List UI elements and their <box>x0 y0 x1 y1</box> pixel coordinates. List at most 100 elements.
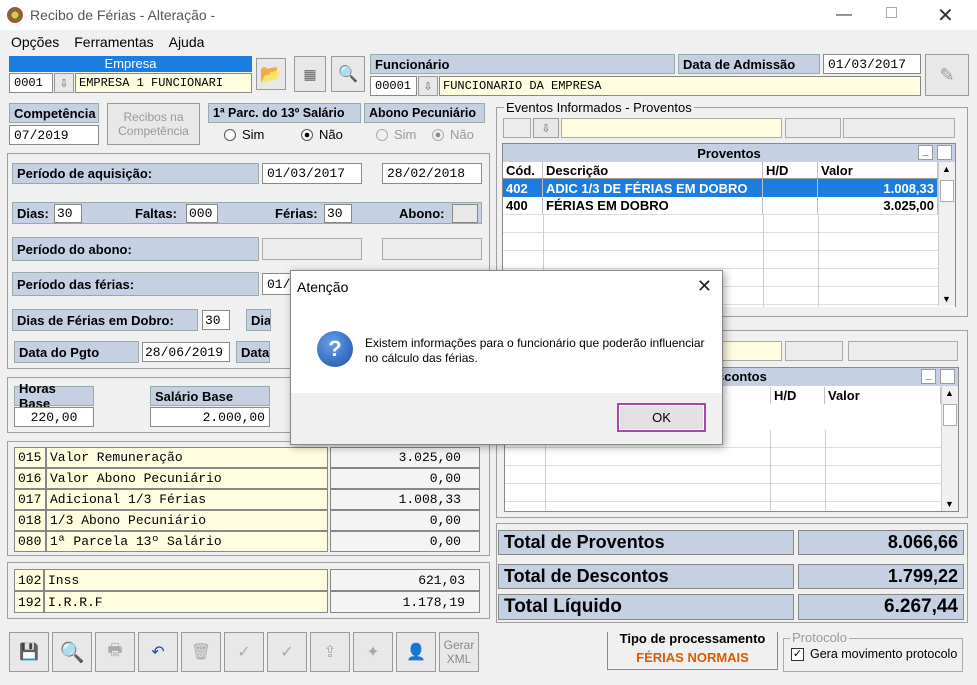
descontos-scrollbar[interactable]: ▲ ▼ <box>941 386 958 511</box>
funcionario-code-field[interactable]: 00001 <box>370 76 417 96</box>
abono-label: Abono Pecuniário <box>364 103 485 123</box>
scroll-up-icon[interactable]: ▲ <box>942 164 951 174</box>
save-button[interactable]: 💾 <box>9 632 49 672</box>
salario-base-field[interactable]: 2.000,00 <box>150 407 270 427</box>
settings-button[interactable]: ✦ <box>353 632 393 672</box>
competencia-field[interactable]: 07/2019 <box>9 125 99 145</box>
calc-row[interactable]: 015 Valor Remuneração 3.025,00 <box>14 447 482 468</box>
periodo-ferias-start-field[interactable]: 01/ <box>262 273 292 295</box>
dobro-next-label: Dia <box>246 309 271 331</box>
aquisicao-start-field[interactable]: 01/03/2017 <box>262 163 362 184</box>
menu-ajuda[interactable]: Ajuda <box>169 34 205 50</box>
parc13-nao-label: Não <box>319 127 343 142</box>
descontos-header: H/D Valor <box>770 387 941 404</box>
evento-hd-field[interactable] <box>785 118 841 138</box>
dialog-close-icon[interactable]: ✕ <box>697 276 712 297</box>
evento-desc-field[interactable] <box>561 118 782 138</box>
col-valor[interactable]: Valor <box>825 387 941 404</box>
search-doc-button[interactable]: 🔍 <box>331 56 365 92</box>
window-title: Recibo de Férias - Alteração - <box>30 7 216 23</box>
dobro-field[interactable]: 30 <box>202 310 230 330</box>
col-descricao[interactable]: Descrição <box>543 162 763 178</box>
recibos-competencia-button[interactable]: Recibos na Competência <box>107 103 200 145</box>
faltas-field[interactable]: 000 <box>186 204 218 223</box>
export-button[interactable]: ⇪ <box>310 632 350 672</box>
search-button[interactable]: 🔍 <box>52 632 92 672</box>
funcionario-lookup-button[interactable]: ⇩ <box>418 76 438 96</box>
scroll-up-icon[interactable]: ▲ <box>945 388 954 398</box>
alert-dialog: Atenção ✕ ? Existem informações para o f… <box>290 270 723 445</box>
pgto-field[interactable]: 28/06/2019 <box>142 342 230 362</box>
grid-minimize-icon[interactable]: _ <box>921 369 936 384</box>
dias-label: Dias: <box>17 206 49 221</box>
proventos-scrollbar[interactable]: ▲ ▼ <box>938 162 955 306</box>
bottom-toolbar: 💾 🔍 🖶 ↶ 🗑 ✓ ✓ ⇪ ✦ 👤 Gerar XML <box>9 632 479 672</box>
abono-nao-radio[interactable]: Não <box>432 127 474 142</box>
user-search-button[interactable]: 👤 <box>396 632 436 672</box>
grid-maximize-icon[interactable] <box>940 369 955 384</box>
desconto-row[interactable]: 102 Inss 621,03 <box>14 569 482 591</box>
maximize-icon[interactable] <box>886 7 897 18</box>
evento-lookup-button[interactable]: ⇩ <box>533 118 559 138</box>
col-hd[interactable]: H/D <box>763 162 818 178</box>
grid-minimize-icon[interactable]: _ <box>918 145 933 160</box>
open-folder-button[interactable]: 📂 <box>256 58 286 90</box>
gerar-xml-button[interactable]: Gerar XML <box>439 632 479 672</box>
parc13-sim-radio[interactable]: Sim <box>224 127 264 142</box>
abono-dias-field[interactable] <box>452 204 478 223</box>
evento-valor-field[interactable] <box>843 118 955 138</box>
desconto-valor-field[interactable] <box>848 341 958 361</box>
proventos-header: Cód. Descrição H/D Valor <box>503 162 955 179</box>
protocolo-checkbox[interactable]: ✓ Gera movimento protocolo <box>791 647 957 661</box>
proventos-row-selected[interactable]: 402 ADIC 1/3 DE FÉRIAS EM DOBRO 1.008,33 <box>503 179 955 197</box>
abono-sim-radio[interactable]: Sim <box>376 127 416 142</box>
ok-button[interactable]: OK <box>617 403 706 432</box>
grid-maximize-icon[interactable] <box>937 145 952 160</box>
confirm-all-button[interactable]: ✓ <box>267 632 307 672</box>
edit-doc-button[interactable]: ✎ <box>925 54 969 96</box>
scroll-thumb[interactable] <box>940 180 954 202</box>
parc13-nao-radio[interactable]: Não <box>301 127 343 142</box>
descontos-title: scontos <box>717 369 767 384</box>
menu-opcoes[interactable]: Opções <box>11 34 59 50</box>
radio-selected-icon <box>301 128 313 141</box>
periodo-abono-start-field[interactable] <box>262 238 362 260</box>
periodo-abono-end-field[interactable] <box>382 238 482 260</box>
ferias-field[interactable]: 30 <box>324 204 352 223</box>
question-icon: ? <box>317 331 353 367</box>
col-cod[interactable]: Cód. <box>503 162 543 178</box>
confirm-button[interactable]: ✓ <box>224 632 264 672</box>
undo-button[interactable]: ↶ <box>138 632 178 672</box>
calc-row[interactable]: 016 Valor Abono Pecuniário 0,00 <box>14 468 482 489</box>
minimize-icon[interactable]: — <box>836 6 852 24</box>
scroll-thumb[interactable] <box>943 404 957 426</box>
delete-button[interactable]: 🗑 <box>181 632 221 672</box>
admissao-field[interactable]: 01/03/2017 <box>823 54 921 74</box>
protocolo-check-label: Gera movimento protocolo <box>810 647 958 661</box>
empresa-code-field[interactable]: 0001 <box>9 73 53 93</box>
periodo-abono-label: Período do abono: <box>12 237 259 261</box>
proventos-row[interactable]: 400 FÉRIAS EM DOBRO 3.025,00 <box>503 197 955 215</box>
print-button[interactable]: 🖶 <box>95 632 135 672</box>
desconto-row[interactable]: 192 I.R.R.F 1.178,19 <box>14 591 482 613</box>
close-icon[interactable]: ✕ <box>937 3 954 28</box>
col-hd[interactable]: H/D <box>770 387 825 404</box>
empresa-name-field[interactable]: EMPRESA 1 FUNCIONARI <box>75 73 252 93</box>
col-valor[interactable]: Valor <box>818 162 938 178</box>
calc-row[interactable]: 017 Adicional 1/3 Férias 1.008,33 <box>14 489 482 510</box>
calc-row[interactable]: 080 1ª Parcela 13º Salário 0,00 <box>14 531 482 552</box>
aquisicao-label: Período de aquisição: <box>12 163 259 184</box>
dias-field[interactable]: 30 <box>54 204 82 223</box>
dialog-title-bar: Atenção ✕ <box>291 271 722 303</box>
scroll-down-icon[interactable]: ▼ <box>942 294 951 304</box>
desconto-hd-field[interactable] <box>785 341 843 361</box>
funcionario-name-field[interactable]: FUNCIONARIO DA EMPRESA <box>439 76 921 96</box>
menu-ferramentas[interactable]: Ferramentas <box>74 34 153 50</box>
evento-code-field[interactable] <box>503 118 531 138</box>
horas-base-field[interactable]: 220,00 <box>14 407 94 427</box>
scroll-down-icon[interactable]: ▼ <box>945 499 954 509</box>
empresa-lookup-button[interactable]: ⇩ <box>54 73 74 93</box>
calc-row[interactable]: 018 1/3 Abono Pecuniário 0,00 <box>14 510 482 531</box>
report-button[interactable]: ▦ <box>294 56 326 92</box>
aquisicao-end-field[interactable]: 28/02/2018 <box>382 163 482 184</box>
